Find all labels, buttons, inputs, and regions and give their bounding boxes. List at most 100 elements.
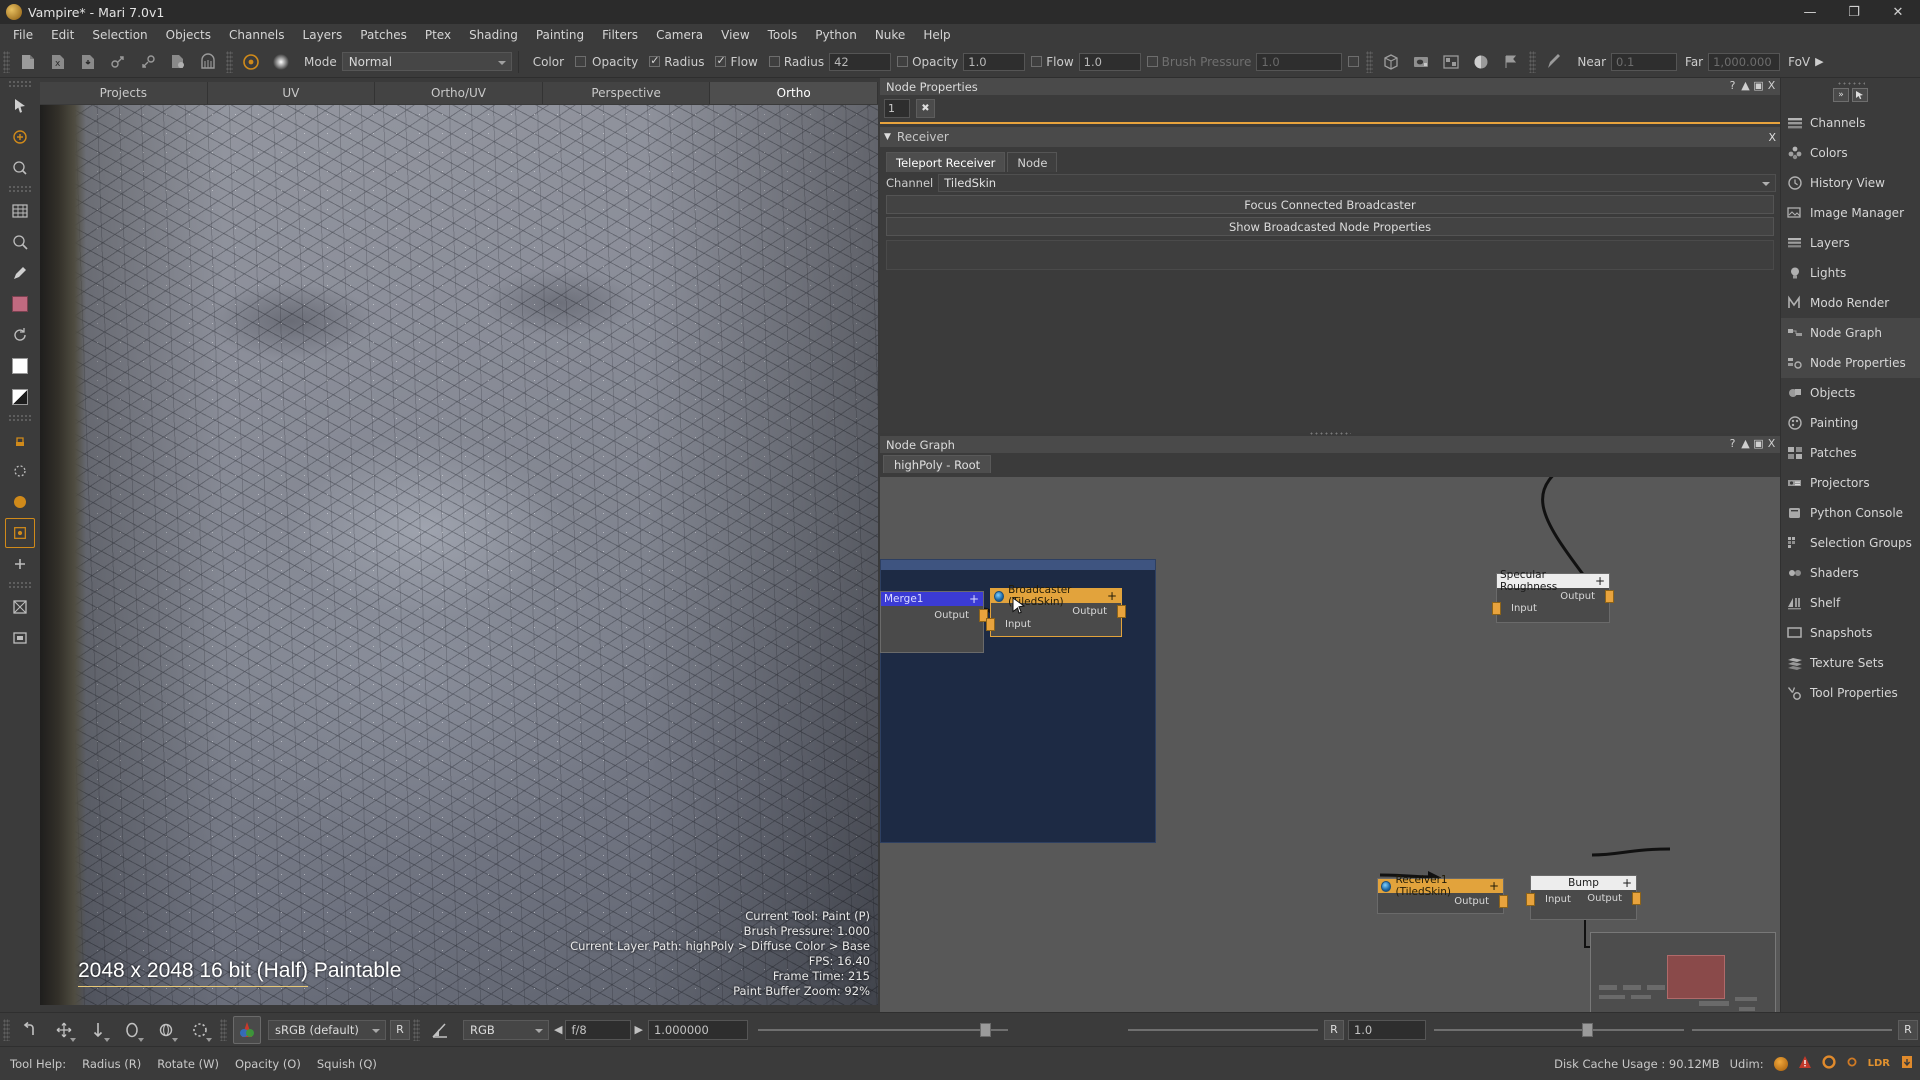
node-receiver1-header[interactable]: Receiver1 (TiledSkin) + — [1378, 874, 1503, 898]
palette-item-history-view[interactable]: History View — [1781, 168, 1920, 198]
dashed-circle-icon[interactable] — [186, 1016, 214, 1044]
clone-stamp-icon[interactable] — [5, 425, 35, 455]
node-specular-roughness-header[interactable]: Specular Roughness + — [1497, 569, 1609, 593]
palette-item-node-graph[interactable]: Node Graph — [1781, 318, 1920, 348]
extra-checkbox[interactable] — [1348, 56, 1360, 67]
palette-item-shelf[interactable]: Shelf — [1781, 588, 1920, 618]
3d-viewport[interactable]: 2048 x 2048 16 bit (Half) Paintable Curr… — [40, 105, 878, 1005]
node-specular-roughness[interactable]: Specular Roughness + Output Input — [1492, 569, 1614, 623]
node-bump-input-port[interactable] — [1526, 893, 1535, 906]
add-point-icon[interactable] — [5, 122, 35, 152]
section-collapse-icon[interactable]: ▼ — [884, 132, 891, 142]
menu-channels[interactable]: Channels — [220, 26, 294, 44]
menu-python[interactable]: Python — [806, 26, 866, 44]
toolbar-grip-2[interactable] — [226, 50, 233, 73]
palette-item-texture-sets[interactable]: Texture Sets — [1781, 648, 1920, 678]
node-broadcaster-tiledskin[interactable]: Broadcaster (TiledSkin) + Output Input — [986, 584, 1126, 637]
menu-selection[interactable]: Selection — [83, 26, 156, 44]
archive-icon[interactable] — [195, 49, 221, 75]
palette-pointer-icon[interactable] — [1852, 88, 1868, 102]
panel-collapse-icon[interactable]: ▲ — [1740, 79, 1751, 92]
node-group-title-bar[interactable] — [881, 560, 1155, 570]
near-input[interactable]: 0.1 — [1611, 52, 1678, 71]
menu-shading[interactable]: Shading — [460, 26, 527, 44]
flag-icon[interactable] — [1498, 49, 1524, 75]
undo-icon[interactable] — [16, 1016, 44, 1044]
project-settings-icon[interactable] — [165, 49, 191, 75]
ng-panel-close-icon[interactable]: X — [1766, 437, 1777, 450]
mode-dropdown[interactable]: Normal — [341, 52, 512, 71]
bucket-fill-icon[interactable] — [5, 487, 35, 517]
menu-edit[interactable]: Edit — [42, 26, 83, 44]
receiver-section-header[interactable]: ▼ Receiver X — [880, 127, 1780, 147]
node-broadcaster-expand-icon[interactable]: + — [1107, 590, 1117, 602]
menu-camera[interactable]: Camera — [647, 26, 712, 44]
exposure-prev-icon[interactable]: ◀ — [554, 1023, 562, 1036]
maximize-button[interactable]: ❐ — [1832, 0, 1876, 24]
node-bump-header[interactable]: Bump + — [1531, 876, 1636, 890]
node-merge1-expand-icon[interactable]: + — [969, 593, 979, 605]
import-icon[interactable] — [105, 49, 131, 75]
node-merge1-header[interactable]: Merge1 + — [881, 592, 983, 606]
flow-checkbox[interactable] — [715, 54, 727, 67]
perspective-cube-icon[interactable] — [1378, 49, 1404, 75]
node-bump-output-port[interactable] — [1632, 892, 1641, 905]
small-ring-icon[interactable] — [1846, 1056, 1858, 1071]
warning-icon[interactable] — [1798, 1055, 1812, 1072]
grid-icon[interactable] — [5, 196, 35, 226]
node-graph-canvas[interactable]: Merge1 + Output Broadcaster (TiledSkin) … — [880, 477, 1780, 1032]
node-bump-expand-icon[interactable]: + — [1622, 877, 1632, 889]
section-close-icon[interactable]: X — [1768, 131, 1776, 144]
exposure-input[interactable]: f/8 — [565, 1019, 632, 1040]
palette-item-modo-render[interactable]: Modo Render — [1781, 288, 1920, 318]
toolbar-grip[interactable] — [3, 50, 10, 73]
palette-item-node-properties[interactable]: Node Properties — [1781, 348, 1920, 378]
gradient-swatch-icon[interactable] — [5, 382, 35, 412]
menu-filters[interactable]: Filters — [593, 26, 647, 44]
brush-pressure-input[interactable]: 1.0 — [1256, 52, 1343, 71]
focus-connected-broadcaster-button[interactable]: Focus Connected Broadcaster — [886, 195, 1774, 214]
node-broadcaster-output-port[interactable] — [1117, 605, 1126, 618]
node-broadcaster-header[interactable]: Broadcaster (TiledSkin) + — [991, 584, 1121, 608]
ldr-label[interactable]: LDR — [1868, 1058, 1890, 1069]
right-value-input[interactable]: 1.0 — [1347, 1019, 1426, 1040]
toolbar-grip-4[interactable] — [1529, 50, 1537, 73]
radius-input[interactable]: 42 — [829, 52, 892, 71]
menu-painting[interactable]: Painting — [527, 26, 593, 44]
color-wheel-icon[interactable] — [233, 1015, 261, 1044]
paint-through-icon[interactable] — [5, 518, 35, 548]
far-input[interactable]: 1,000.000 — [1708, 52, 1781, 71]
paint-brush-icon[interactable] — [5, 258, 35, 288]
uv-mask-icon[interactable] — [1438, 49, 1464, 75]
palette-item-colors[interactable]: Colors — [1781, 138, 1920, 168]
panel-help-icon[interactable]: ? — [1727, 79, 1738, 92]
colorspace-reset-button[interactable]: R — [390, 1019, 410, 1040]
ng-panel-help-icon[interactable]: ? — [1727, 437, 1738, 450]
rotate-tool-icon[interactable] — [118, 1016, 146, 1044]
orbit-tool-icon[interactable] — [152, 1016, 180, 1044]
color-checkbox[interactable] — [575, 56, 587, 67]
palette-grip[interactable] — [1836, 81, 1865, 86]
node-bump[interactable]: Bump + Output Input — [1526, 875, 1641, 920]
radius-field-checkbox[interactable] — [768, 56, 780, 67]
palette-item-selection-groups[interactable]: Selection Groups — [1781, 528, 1920, 558]
radius-checkbox[interactable] — [649, 54, 661, 67]
export-arrow-icon[interactable] — [1900, 1055, 1914, 1072]
node-specular-roughness-expand-icon[interactable]: + — [1595, 575, 1605, 587]
minimize-button[interactable]: — — [1788, 0, 1832, 24]
palette-item-channels[interactable]: Channels — [1781, 108, 1920, 138]
frame-icon[interactable] — [5, 623, 35, 653]
exposure-slider[interactable] — [1127, 1020, 1318, 1040]
tab-teleport-receiver[interactable]: Teleport Receiver — [886, 152, 1006, 172]
colorspace-dropdown[interactable]: sRGB (default) — [268, 1019, 386, 1040]
mask-icon[interactable] — [5, 592, 35, 622]
menu-nuke[interactable]: Nuke — [866, 26, 915, 44]
menu-patches[interactable]: Patches — [351, 26, 416, 44]
menu-file[interactable]: File — [4, 26, 42, 44]
node-specular-roughness-output-port[interactable] — [1605, 590, 1614, 603]
curve-icon[interactable] — [426, 1016, 454, 1044]
node-graph-title-bar[interactable]: Node Graph ? ▲ ▣ X — [880, 436, 1780, 453]
opacity-input[interactable]: 1.0 — [963, 52, 1026, 71]
tab-perspective[interactable]: Perspective — [542, 82, 711, 104]
palette-item-projectors[interactable]: Projectors — [1781, 468, 1920, 498]
